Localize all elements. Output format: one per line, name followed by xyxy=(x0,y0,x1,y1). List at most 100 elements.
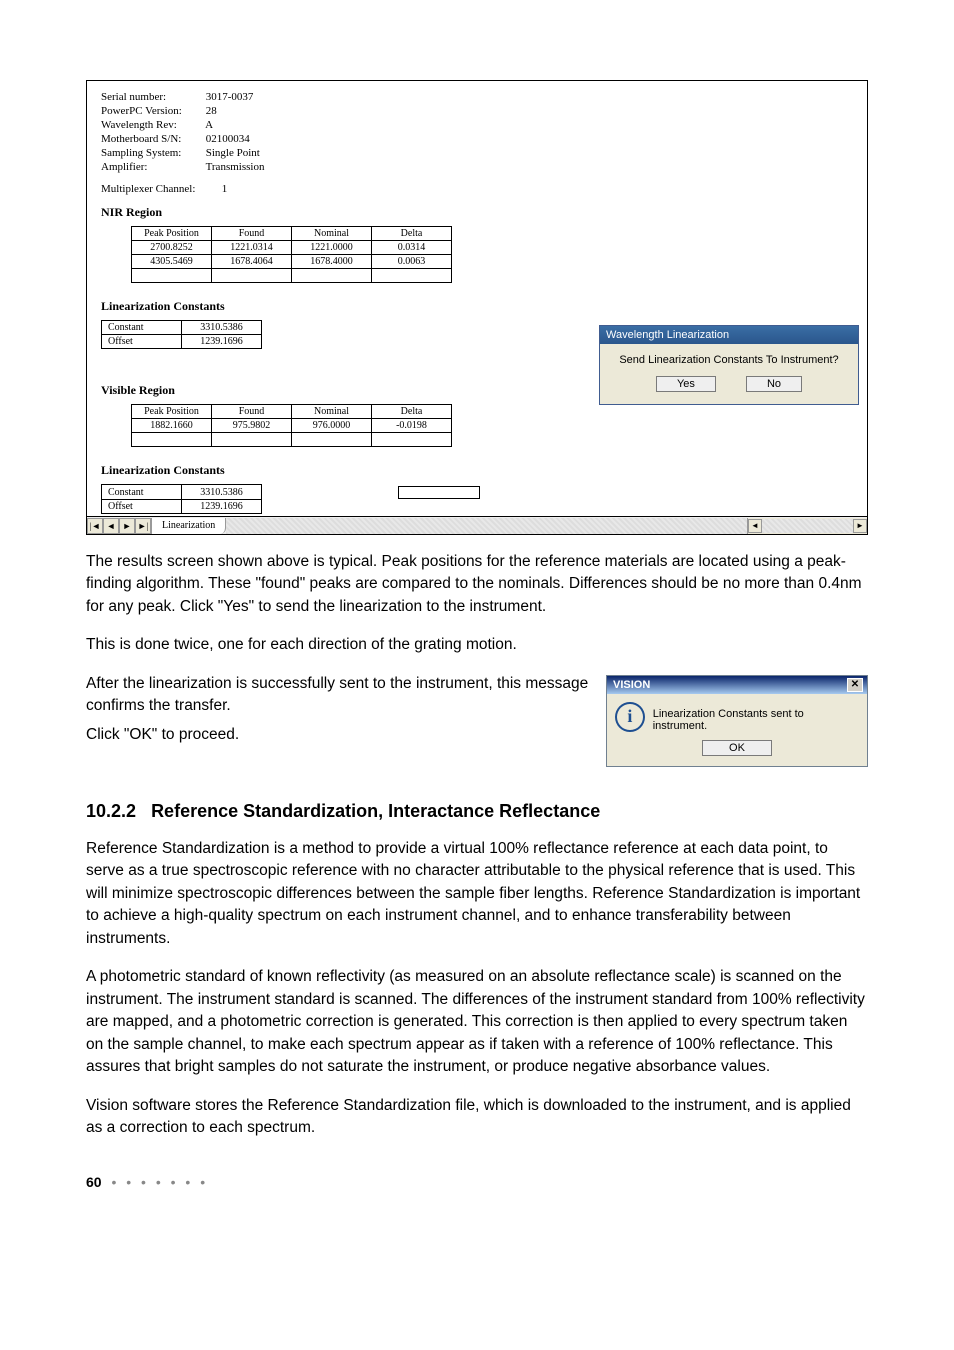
col-delta: Delta xyxy=(372,227,452,241)
close-icon[interactable]: ✕ xyxy=(847,678,863,692)
label-sampling: Sampling System: xyxy=(101,147,203,159)
value-powerpc: 28 xyxy=(206,105,217,117)
nav-last-icon[interactable]: ►| xyxy=(135,518,151,534)
col-nominal: Nominal xyxy=(292,227,372,241)
col-peak: Peak Position xyxy=(132,227,212,241)
table-row-empty xyxy=(132,433,452,447)
info-wlrev: Wavelength Rev: A xyxy=(101,119,853,131)
value-mobo: 02100034 xyxy=(206,133,250,145)
dialog-title: Wavelength Linearization xyxy=(600,326,858,344)
tab-linearization[interactable]: Linearization xyxy=(152,518,226,534)
scroll-track[interactable] xyxy=(762,519,853,533)
paragraph: Reference Standardization is a method to… xyxy=(86,838,868,950)
nir-table: Peak Position Found Nominal Delta 2700.8… xyxy=(131,226,452,283)
cell: 1678.4000 xyxy=(292,255,372,269)
value-amp: Transmission xyxy=(206,161,265,173)
tab-strip xyxy=(226,518,747,534)
info-mobo: Motherboard S/N: 02100034 xyxy=(101,133,853,145)
cell: 1221.0000 xyxy=(292,241,372,255)
horizontal-scrollbar[interactable]: ◄ ► xyxy=(747,518,867,534)
cell: 1882.1660 xyxy=(132,419,212,433)
nir-title: NIR Region xyxy=(101,205,853,220)
info-serial: Serial number: 3017-0037 xyxy=(101,91,853,103)
col-nominal: Nominal xyxy=(292,405,372,419)
nir-lc-title: Linearization Constants xyxy=(101,299,853,314)
cell: 1239.1696 xyxy=(182,335,262,349)
vis-constants-table: Constant 3310.5386 Offset 1239.1696 xyxy=(101,484,487,514)
table-header-row: Peak Position Found Nominal Delta xyxy=(132,227,452,241)
table-row: Offset 1239.1696 xyxy=(102,500,487,514)
cell: 975.9802 xyxy=(212,419,292,433)
nav-next-icon[interactable]: ► xyxy=(119,518,135,534)
table-row: Constant3310.5386 xyxy=(102,321,262,335)
footer-dots: • • • • • • • xyxy=(111,1174,208,1190)
value-wlrev: A xyxy=(205,119,213,131)
yes-button[interactable]: Yes xyxy=(656,376,716,392)
value-sampling: Single Point xyxy=(206,147,260,159)
empty-box xyxy=(398,486,480,499)
section-heading: 10.2.2 Reference Standardization, Intera… xyxy=(86,801,868,822)
col-found: Found xyxy=(212,227,292,241)
paragraph: A photometric standard of known reflecti… xyxy=(86,966,868,1078)
cell-label: Constant xyxy=(102,485,182,500)
col-delta: Delta xyxy=(372,405,452,419)
scroll-left-icon[interactable]: ◄ xyxy=(748,519,762,533)
label-amp: Amplifier: xyxy=(101,161,203,173)
table-row-empty xyxy=(132,269,452,283)
dialog-message: Linearization Constants sent to instrume… xyxy=(653,702,859,732)
cell: 1221.0314 xyxy=(212,241,292,255)
no-button[interactable]: No xyxy=(746,376,802,392)
visible-table: Peak Position Found Nominal Delta 1882.1… xyxy=(131,404,452,447)
dialog-title: VISION xyxy=(613,679,650,691)
table-row: 2700.8252 1221.0314 1221.0000 0.0314 xyxy=(132,241,452,255)
page-number: 60 xyxy=(86,1174,102,1190)
page-footer: 60 • • • • • • • xyxy=(86,1174,868,1190)
label-powerpc: PowerPC Version: xyxy=(101,105,203,117)
table-row: 4305.5469 1678.4064 1678.4000 0.0063 xyxy=(132,255,452,269)
value-serial: 3017-0037 xyxy=(206,91,254,103)
nav-prev-icon[interactable]: ◄ xyxy=(103,518,119,534)
label-mobo: Motherboard S/N: xyxy=(101,133,203,145)
info-icon: i xyxy=(615,702,645,732)
label-serial: Serial number: xyxy=(101,91,203,103)
section-number: 10.2.2 xyxy=(86,801,136,821)
info-sampling: Sampling System: Single Point xyxy=(101,147,853,159)
table-header-row: Peak Position Found Nominal Delta xyxy=(132,405,452,419)
col-peak: Peak Position xyxy=(132,405,212,419)
ok-button[interactable]: OK xyxy=(702,740,772,756)
dialog-message: Send Linearization Constants To Instrume… xyxy=(610,354,848,366)
cell: 2700.8252 xyxy=(132,241,212,255)
cell-label: Constant xyxy=(102,321,182,335)
cell-label: Offset xyxy=(102,335,182,349)
nav-first-icon[interactable]: |◄ xyxy=(87,518,103,534)
cell: 1239.1696 xyxy=(182,500,262,514)
cell-label: Offset xyxy=(102,500,182,514)
vis-lc-title: Linearization Constants xyxy=(101,463,853,478)
cell: -0.0198 xyxy=(372,419,452,433)
scroll-right-icon[interactable]: ► xyxy=(853,519,867,533)
col-found: Found xyxy=(212,405,292,419)
table-row: 1882.1660 975.9802 976.0000 -0.0198 xyxy=(132,419,452,433)
paragraph: This is done twice, one for each directi… xyxy=(86,634,868,656)
sheet-tab-bar: |◄ ◄ ► ►| Linearization ◄ ► xyxy=(87,516,867,534)
cell: 0.0314 xyxy=(372,241,452,255)
info-mux: Multiplexer Channel: 1 xyxy=(101,183,853,195)
info-powerpc: PowerPC Version: 28 xyxy=(101,105,853,117)
label-wlrev: Wavelength Rev: xyxy=(101,119,203,131)
paragraph: Vision software stores the Reference Sta… xyxy=(86,1095,868,1140)
cell: 3310.5386 xyxy=(182,321,262,335)
results-window: Serial number: 3017-0037 PowerPC Version… xyxy=(86,80,868,535)
table-row: Offset1239.1696 xyxy=(102,335,262,349)
section-title: Reference Standardization, Interactance … xyxy=(151,801,600,821)
table-row: Constant 3310.5386 xyxy=(102,485,487,500)
vision-confirm-dialog: VISION ✕ i Linearization Constants sent … xyxy=(606,675,868,767)
cell: 3310.5386 xyxy=(182,485,262,500)
cell: 0.0063 xyxy=(372,255,452,269)
cell: 976.0000 xyxy=(292,419,372,433)
value-mux: 1 xyxy=(222,183,228,195)
label-mux: Multiplexer Channel: xyxy=(101,183,219,195)
paragraph: The results screen shown above is typica… xyxy=(86,551,868,618)
info-amp: Amplifier: Transmission xyxy=(101,161,853,173)
wavelength-linearization-dialog: Wavelength Linearization Send Linearizat… xyxy=(599,325,859,405)
cell: 4305.5469 xyxy=(132,255,212,269)
